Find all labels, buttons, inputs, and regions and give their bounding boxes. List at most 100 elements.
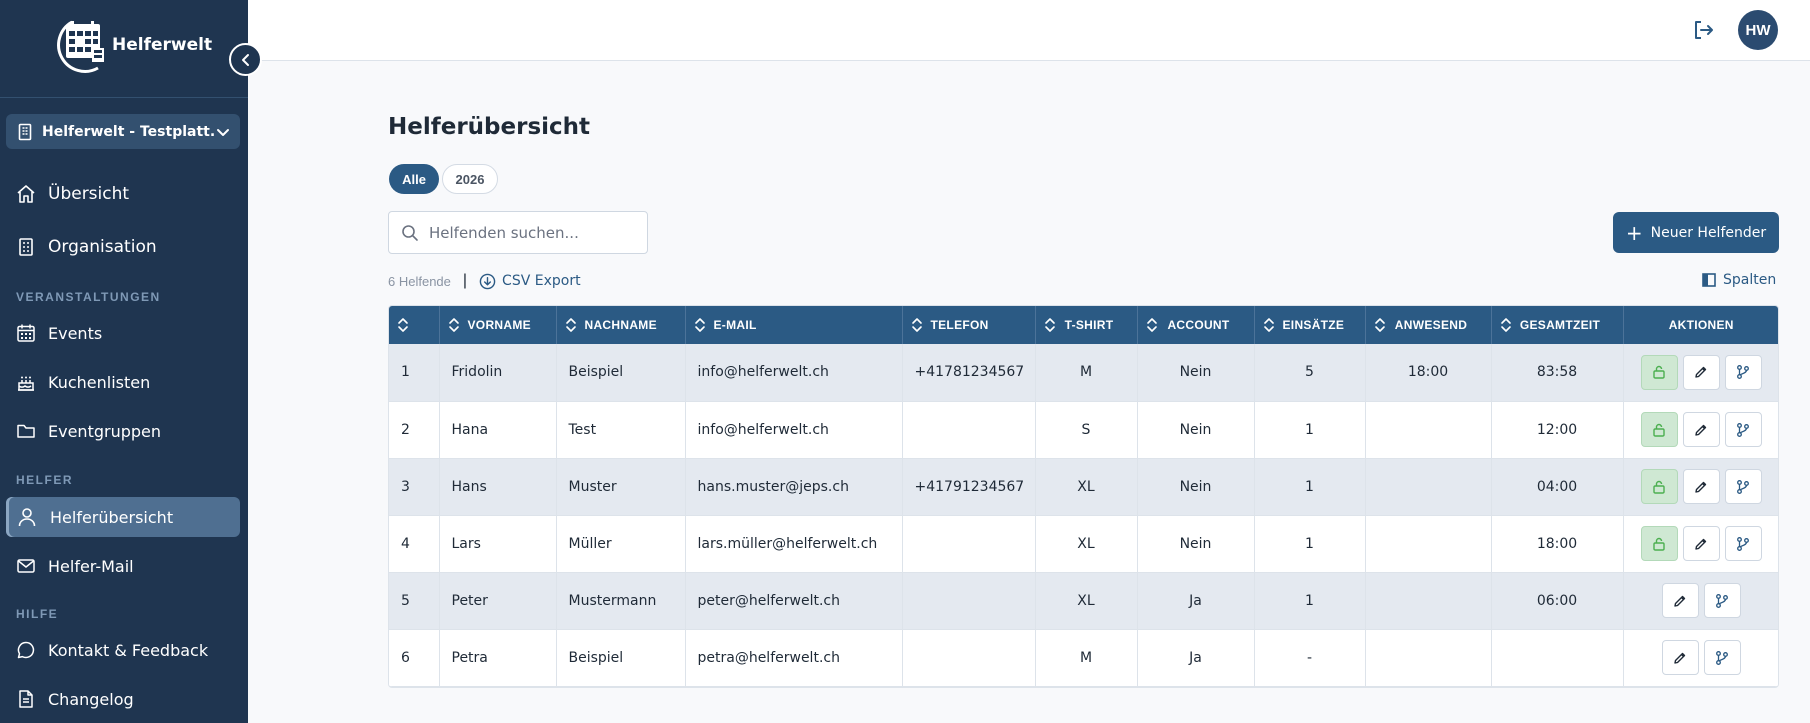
logo[interactable]: Helferwelt: [42, 18, 212, 78]
cell-nachname: Müller: [556, 515, 686, 573]
column-header-label: GESAMTZEIT: [1519, 318, 1601, 332]
sort-toggle[interactable]: [565, 317, 577, 333]
filter-year-pill[interactable]: 2026: [442, 164, 498, 194]
pencil-icon: [1695, 481, 1707, 493]
cell-anwesend: [1365, 629, 1492, 687]
column-header-account[interactable]: ACCOUNT: [1137, 306, 1255, 344]
unlock-button[interactable]: [1640, 412, 1678, 447]
cell-anwesend: [1365, 572, 1492, 630]
column-header-aktionen[interactable]: AKTIONEN: [1623, 306, 1778, 344]
sort-icon: [1374, 318, 1385, 332]
collapse-sidebar-button[interactable]: [229, 43, 262, 76]
merge-button[interactable]: [1724, 354, 1762, 390]
nav-label: Kontakt & Feedback: [48, 640, 209, 660]
table-row[interactable]: 3 Hans Muster hans.muster@jeps.ch +417912345…: [389, 458, 1778, 516]
unlock-button[interactable]: [1640, 526, 1678, 561]
nav-label: Events: [48, 323, 103, 343]
edit-button[interactable]: [1661, 640, 1699, 675]
nav-kontakt-feedback[interactable]: Kontakt & Feedback: [6, 630, 240, 670]
edit-button[interactable]: [1682, 526, 1720, 561]
cell-einsaetze: 5: [1254, 344, 1366, 402]
logout-button[interactable]: [1688, 16, 1718, 44]
sort-icon: [911, 318, 922, 332]
cell-account: Ja: [1137, 572, 1255, 630]
table-row[interactable]: 5 Peter Mustermann peter@helferwelt.ch XL Ja 1…: [389, 572, 1778, 630]
column-header-label: TELEFON: [930, 318, 989, 332]
nav-eventgruppen[interactable]: Eventgruppen: [6, 411, 240, 451]
edit-button[interactable]: [1661, 583, 1699, 618]
column-header-label: AKTIONEN: [1668, 318, 1734, 332]
sort-toggle[interactable]: [694, 317, 706, 333]
cell-einsaetze: -: [1254, 629, 1366, 687]
nav-kuchenlisten[interactable]: Kuchenlisten: [6, 362, 240, 402]
column-header-anwesend[interactable]: ANWESEND: [1365, 306, 1492, 344]
sort-icon: [1044, 318, 1055, 332]
edit-button[interactable]: [1682, 354, 1720, 390]
chevron-down-icon: [217, 128, 229, 136]
logout-icon: [1695, 21, 1713, 39]
column-header-index[interactable]: [389, 306, 440, 344]
column-header-e-mail[interactable]: E-MAIL: [685, 306, 903, 344]
section-events-label: VERANSTALTUNGEN: [16, 290, 161, 304]
edit-button[interactable]: [1682, 469, 1720, 504]
sort-toggle[interactable]: [1263, 317, 1275, 333]
column-header-einsätze[interactable]: EINSÄTZE: [1254, 306, 1366, 344]
merge-button[interactable]: [1703, 583, 1741, 618]
page-title: Helferübersicht: [388, 114, 591, 140]
column-header-label: EINSÄTZE: [1282, 318, 1345, 332]
cake-icon: [18, 376, 34, 391]
column-header-label: E-MAIL: [713, 318, 757, 332]
table-meta: 6 Helfende | CSV Export: [388, 272, 581, 290]
sort-icon: [1500, 318, 1511, 332]
filter-all-pill[interactable]: Alle: [389, 164, 439, 194]
nav-overview[interactable]: Übersicht: [6, 174, 240, 214]
unlock-button[interactable]: [1640, 469, 1678, 504]
merge-button[interactable]: [1703, 640, 1741, 675]
csv-export-link[interactable]: CSV Export: [479, 273, 581, 290]
edit-button[interactable]: [1682, 412, 1720, 447]
cell-vorname: Lars: [439, 515, 557, 573]
cell-nachname: Beispiel: [556, 629, 686, 687]
column-header-label: NACHNAME: [584, 318, 657, 332]
table-row[interactable]: 2 Hana Test info@helferwelt.ch S Nein 1 12:00: [389, 401, 1778, 459]
unlock-button[interactable]: [1640, 354, 1678, 390]
folder-icon: [17, 424, 35, 438]
cell-tshirt: XL: [1035, 515, 1138, 573]
nav-helfer-mail[interactable]: Helfer-Mail: [6, 546, 240, 586]
column-header-nachname[interactable]: NACHNAME: [556, 306, 686, 344]
sort-icon: [565, 318, 576, 332]
nav-changelog[interactable]: Changelog: [6, 679, 240, 719]
table-row[interactable]: 6 Petra Beispiel petra@helferwelt.ch M Ja -: [389, 629, 1778, 687]
merge-icon: [1716, 650, 1729, 665]
cell-vorname: Hana: [439, 401, 557, 459]
column-header-telefon[interactable]: TELEFON: [902, 306, 1036, 344]
sort-icon: [398, 318, 408, 332]
sort-toggle[interactable]: [397, 317, 409, 333]
columns-button[interactable]: Spalten: [1702, 272, 1776, 288]
merge-button[interactable]: [1724, 526, 1762, 561]
cell-tshirt: XL: [1035, 458, 1138, 516]
merge-button[interactable]: [1724, 412, 1762, 447]
sort-toggle[interactable]: [1044, 317, 1056, 333]
nav-organisation[interactable]: Organisation: [6, 227, 240, 267]
new-helper-label: Neuer Helfender: [1650, 224, 1767, 241]
merge-button[interactable]: [1724, 469, 1762, 504]
user-avatar[interactable]: HW: [1738, 10, 1778, 50]
column-header-gesamtzeit[interactable]: GESAMTZEIT: [1491, 306, 1624, 344]
sort-toggle[interactable]: [911, 317, 923, 333]
cell-nr: 1: [389, 344, 440, 402]
column-header-t-shirt[interactable]: T-SHIRT: [1035, 306, 1138, 344]
organization-select[interactable]: Helferwelt - Testplatt...: [6, 114, 240, 149]
table-row[interactable]: 4 Lars Müller lars.müller@helferwelt.ch XL Ne…: [389, 515, 1778, 573]
cell-telefon: [902, 401, 1036, 459]
sort-toggle[interactable]: [1374, 317, 1386, 333]
nav-events[interactable]: Events: [6, 313, 240, 353]
nav-helferuebersicht[interactable]: Helferübersicht: [6, 497, 240, 537]
search-input[interactable]: [429, 223, 629, 242]
sort-toggle[interactable]: [448, 317, 460, 333]
sort-toggle[interactable]: [1500, 317, 1512, 333]
new-helper-button[interactable]: + Neuer Helfender: [1613, 212, 1779, 253]
column-header-vorname[interactable]: VORNAME: [439, 306, 557, 344]
sort-toggle[interactable]: [1146, 317, 1158, 333]
table-row[interactable]: 1 Fridolin Beispiel info@helferwelt.ch +4178…: [389, 344, 1778, 402]
